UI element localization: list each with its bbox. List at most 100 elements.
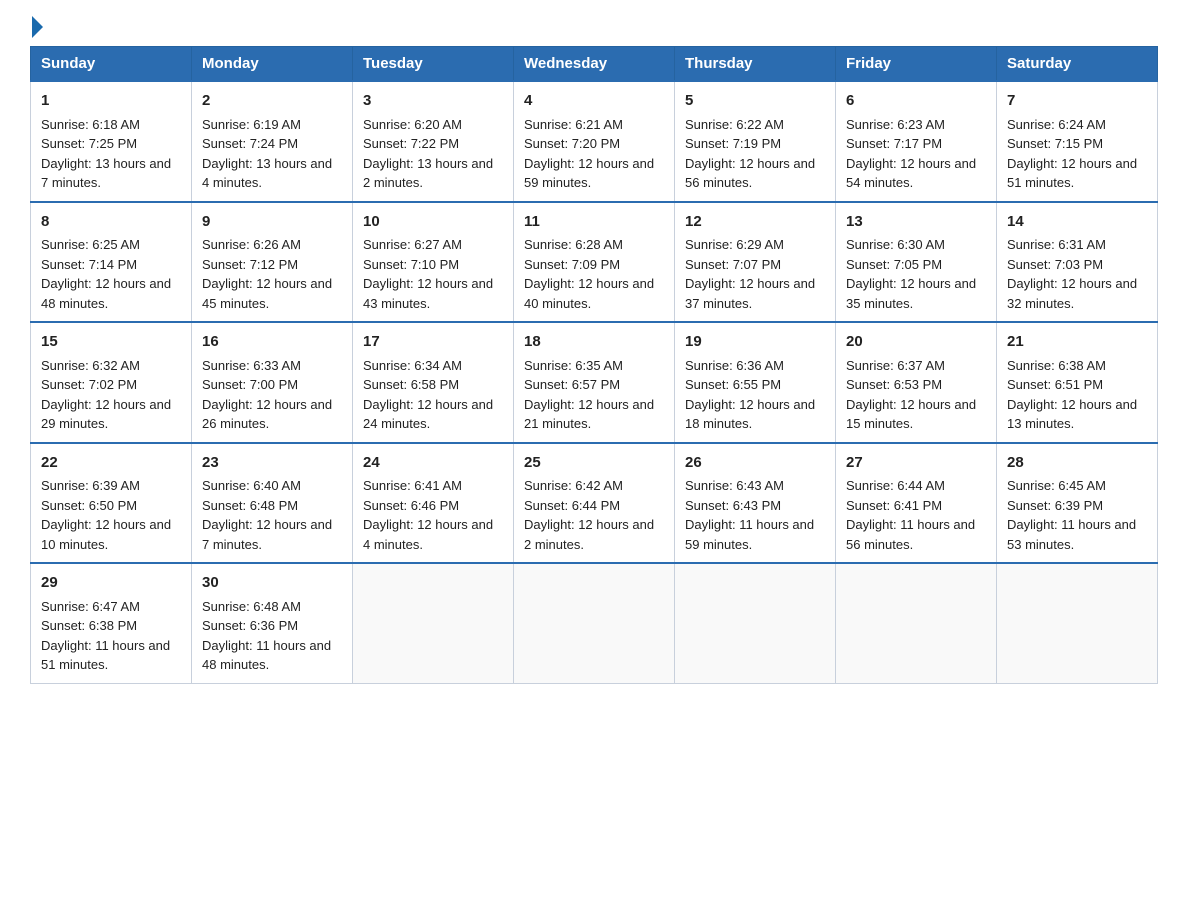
day-number: 10 xyxy=(363,211,503,234)
sunset-text: Sunset: 6:58 PM xyxy=(363,377,459,392)
calendar-cell: 10 Sunrise: 6:27 AM Sunset: 7:10 PM Dayl… xyxy=(353,202,514,323)
calendar-week-2: 8 Sunrise: 6:25 AM Sunset: 7:14 PM Dayli… xyxy=(31,202,1158,323)
calendar-cell xyxy=(353,563,514,683)
day-number: 13 xyxy=(846,211,986,234)
sunset-text: Sunset: 6:51 PM xyxy=(1007,377,1103,392)
calendar-header-friday: Friday xyxy=(836,47,997,82)
day-number: 6 xyxy=(846,90,986,113)
calendar-cell: 24 Sunrise: 6:41 AM Sunset: 6:46 PM Dayl… xyxy=(353,443,514,564)
daylight-text: Daylight: 12 hours and 54 minutes. xyxy=(846,156,976,191)
sunrise-text: Sunrise: 6:36 AM xyxy=(685,358,784,373)
calendar-header-tuesday: Tuesday xyxy=(353,47,514,82)
sunset-text: Sunset: 7:05 PM xyxy=(846,257,942,272)
calendar-cell: 23 Sunrise: 6:40 AM Sunset: 6:48 PM Dayl… xyxy=(192,443,353,564)
daylight-text: Daylight: 12 hours and 10 minutes. xyxy=(41,517,171,552)
day-number: 15 xyxy=(41,331,181,354)
calendar-cell: 26 Sunrise: 6:43 AM Sunset: 6:43 PM Dayl… xyxy=(675,443,836,564)
daylight-text: Daylight: 12 hours and 37 minutes. xyxy=(685,276,815,311)
sunrise-text: Sunrise: 6:39 AM xyxy=(41,478,140,493)
daylight-text: Daylight: 12 hours and 7 minutes. xyxy=(202,517,332,552)
sunrise-text: Sunrise: 6:25 AM xyxy=(41,237,140,252)
day-number: 9 xyxy=(202,211,342,234)
daylight-text: Daylight: 12 hours and 35 minutes. xyxy=(846,276,976,311)
day-number: 26 xyxy=(685,452,825,475)
sunrise-text: Sunrise: 6:18 AM xyxy=(41,117,140,132)
day-number: 28 xyxy=(1007,452,1147,475)
day-number: 25 xyxy=(524,452,664,475)
sunrise-text: Sunrise: 6:45 AM xyxy=(1007,478,1106,493)
sunset-text: Sunset: 7:14 PM xyxy=(41,257,137,272)
logo xyxy=(30,20,43,34)
calendar-cell: 14 Sunrise: 6:31 AM Sunset: 7:03 PM Dayl… xyxy=(997,202,1158,323)
sunset-text: Sunset: 6:43 PM xyxy=(685,498,781,513)
sunrise-text: Sunrise: 6:28 AM xyxy=(524,237,623,252)
sunrise-text: Sunrise: 6:22 AM xyxy=(685,117,784,132)
sunset-text: Sunset: 7:09 PM xyxy=(524,257,620,272)
sunset-text: Sunset: 7:12 PM xyxy=(202,257,298,272)
sunset-text: Sunset: 6:53 PM xyxy=(846,377,942,392)
calendar-cell: 12 Sunrise: 6:29 AM Sunset: 7:07 PM Dayl… xyxy=(675,202,836,323)
calendar-cell: 21 Sunrise: 6:38 AM Sunset: 6:51 PM Dayl… xyxy=(997,322,1158,443)
day-number: 30 xyxy=(202,572,342,595)
day-number: 12 xyxy=(685,211,825,234)
calendar-cell: 16 Sunrise: 6:33 AM Sunset: 7:00 PM Dayl… xyxy=(192,322,353,443)
daylight-text: Daylight: 11 hours and 53 minutes. xyxy=(1007,517,1136,552)
daylight-text: Daylight: 12 hours and 2 minutes. xyxy=(524,517,654,552)
daylight-text: Daylight: 12 hours and 21 minutes. xyxy=(524,397,654,432)
calendar-week-1: 1 Sunrise: 6:18 AM Sunset: 7:25 PM Dayli… xyxy=(31,81,1158,202)
daylight-text: Daylight: 12 hours and 48 minutes. xyxy=(41,276,171,311)
day-number: 2 xyxy=(202,90,342,113)
daylight-text: Daylight: 11 hours and 59 minutes. xyxy=(685,517,814,552)
sunrise-text: Sunrise: 6:44 AM xyxy=(846,478,945,493)
sunset-text: Sunset: 7:19 PM xyxy=(685,136,781,151)
daylight-text: Daylight: 12 hours and 40 minutes. xyxy=(524,276,654,311)
sunrise-text: Sunrise: 6:47 AM xyxy=(41,599,140,614)
sunrise-text: Sunrise: 6:31 AM xyxy=(1007,237,1106,252)
daylight-text: Daylight: 12 hours and 13 minutes. xyxy=(1007,397,1137,432)
daylight-text: Daylight: 12 hours and 15 minutes. xyxy=(846,397,976,432)
sunrise-text: Sunrise: 6:23 AM xyxy=(846,117,945,132)
calendar-header-monday: Monday xyxy=(192,47,353,82)
calendar-week-3: 15 Sunrise: 6:32 AM Sunset: 7:02 PM Dayl… xyxy=(31,322,1158,443)
daylight-text: Daylight: 12 hours and 45 minutes. xyxy=(202,276,332,311)
calendar-header-thursday: Thursday xyxy=(675,47,836,82)
sunset-text: Sunset: 7:03 PM xyxy=(1007,257,1103,272)
day-number: 11 xyxy=(524,211,664,234)
calendar-cell: 6 Sunrise: 6:23 AM Sunset: 7:17 PM Dayli… xyxy=(836,81,997,202)
day-number: 7 xyxy=(1007,90,1147,113)
daylight-text: Daylight: 12 hours and 32 minutes. xyxy=(1007,276,1137,311)
sunset-text: Sunset: 6:36 PM xyxy=(202,618,298,633)
sunset-text: Sunset: 6:46 PM xyxy=(363,498,459,513)
sunset-text: Sunset: 6:41 PM xyxy=(846,498,942,513)
sunrise-text: Sunrise: 6:20 AM xyxy=(363,117,462,132)
sunset-text: Sunset: 6:57 PM xyxy=(524,377,620,392)
daylight-text: Daylight: 12 hours and 4 minutes. xyxy=(363,517,493,552)
calendar-cell xyxy=(675,563,836,683)
day-number: 24 xyxy=(363,452,503,475)
daylight-text: Daylight: 12 hours and 18 minutes. xyxy=(685,397,815,432)
day-number: 22 xyxy=(41,452,181,475)
sunrise-text: Sunrise: 6:43 AM xyxy=(685,478,784,493)
day-number: 1 xyxy=(41,90,181,113)
sunrise-text: Sunrise: 6:19 AM xyxy=(202,117,301,132)
calendar-cell: 2 Sunrise: 6:19 AM Sunset: 7:24 PM Dayli… xyxy=(192,81,353,202)
sunrise-text: Sunrise: 6:37 AM xyxy=(846,358,945,373)
calendar-cell: 3 Sunrise: 6:20 AM Sunset: 7:22 PM Dayli… xyxy=(353,81,514,202)
calendar-cell: 8 Sunrise: 6:25 AM Sunset: 7:14 PM Dayli… xyxy=(31,202,192,323)
sunrise-text: Sunrise: 6:42 AM xyxy=(524,478,623,493)
daylight-text: Daylight: 13 hours and 4 minutes. xyxy=(202,156,332,191)
day-number: 23 xyxy=(202,452,342,475)
sunrise-text: Sunrise: 6:27 AM xyxy=(363,237,462,252)
day-number: 19 xyxy=(685,331,825,354)
calendar-table: SundayMondayTuesdayWednesdayThursdayFrid… xyxy=(30,46,1158,684)
calendar-cell: 28 Sunrise: 6:45 AM Sunset: 6:39 PM Dayl… xyxy=(997,443,1158,564)
daylight-text: Daylight: 12 hours and 51 minutes. xyxy=(1007,156,1137,191)
sunrise-text: Sunrise: 6:30 AM xyxy=(846,237,945,252)
daylight-text: Daylight: 13 hours and 7 minutes. xyxy=(41,156,171,191)
sunrise-text: Sunrise: 6:33 AM xyxy=(202,358,301,373)
calendar-week-5: 29 Sunrise: 6:47 AM Sunset: 6:38 PM Dayl… xyxy=(31,563,1158,683)
calendar-header-saturday: Saturday xyxy=(997,47,1158,82)
calendar-header-sunday: Sunday xyxy=(31,47,192,82)
calendar-week-4: 22 Sunrise: 6:39 AM Sunset: 6:50 PM Dayl… xyxy=(31,443,1158,564)
day-number: 8 xyxy=(41,211,181,234)
